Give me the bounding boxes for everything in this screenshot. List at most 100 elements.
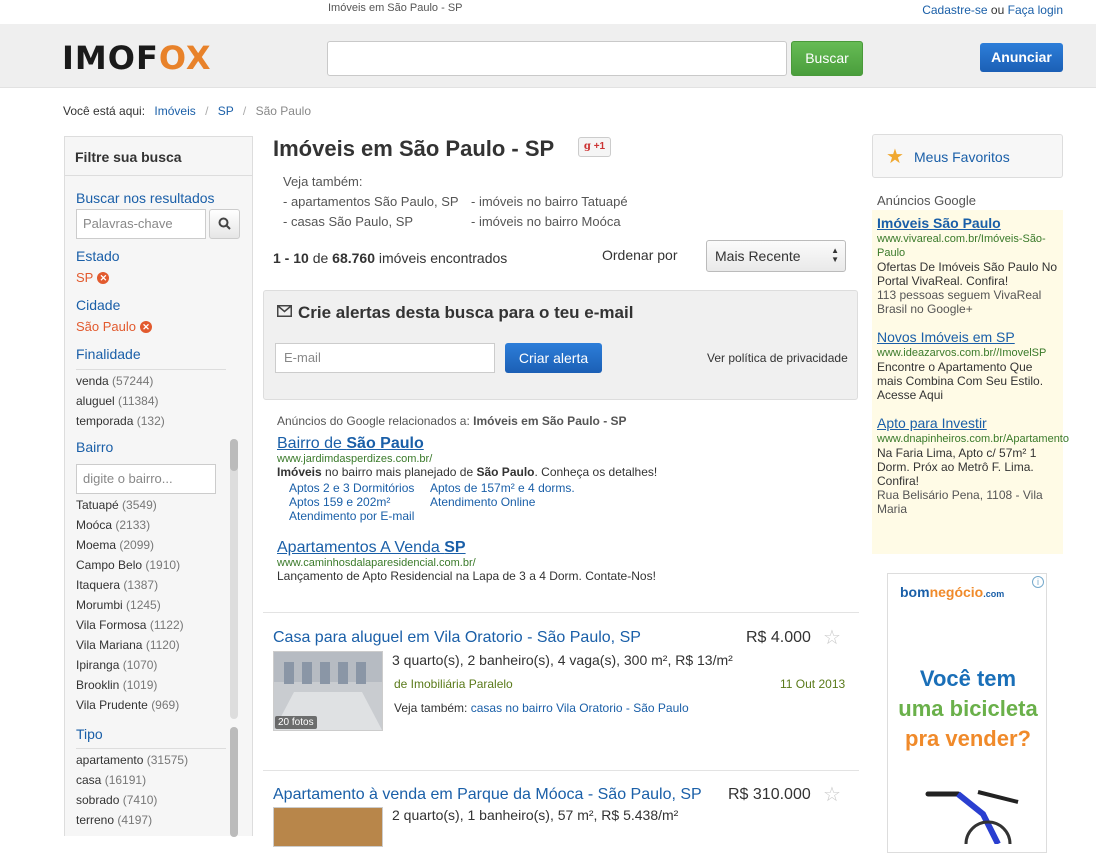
results-count: 1 - 10 de 68.760 imóveis encontrados [273,250,507,266]
tipo-option[interactable]: apartamento (31575) [76,753,188,767]
ad-url: www.caminhosdalaparesidencial.com.br/ [277,557,476,569]
ad-title-link[interactable]: Imóveis São Paulo [877,215,1001,231]
see-also-link[interactable]: - casas São Paulo, SP [283,214,413,229]
cidade-selected[interactable]: São Paulo ✕ [76,319,152,334]
bairro-option[interactable]: Campo Belo (1910) [76,558,180,572]
email-input[interactable]: E-mail [275,343,495,373]
favorite-star-icon[interactable]: ☆ [823,625,841,650]
signup-link[interactable]: Cadastre-se [922,3,987,17]
ad-title-link[interactable]: Apartamentos A Venda SP [277,539,466,556]
divider [263,770,859,771]
bairro-option[interactable]: Vila Formosa (1122) [76,618,184,632]
favorites-box[interactable]: ★ Meus Favoritos [872,134,1063,178]
keyword-search-button[interactable] [209,209,240,239]
login-link[interactable]: Faça login [1008,3,1063,17]
logo-fox-letter: O [158,39,186,77]
listing-title[interactable]: Apartamento à venda em Parque da Móoca -… [273,786,702,804]
bairro-option[interactable]: Morumbi (1245) [76,598,161,612]
listing-photo[interactable] [273,807,383,847]
see-also-link[interactable]: - apartamentos São Paulo, SP [283,194,459,209]
ad-text-bold: Imóveis [277,465,322,479]
select-arrows-icon: ▲ ▼ [831,246,839,264]
or-text: ou [990,3,1005,17]
see-also-link[interactable]: - imóveis no bairro Tatuapé [471,194,628,209]
option-name: Vila Mariana [76,638,143,652]
bomnegocio-banner[interactable]: i bomnegócio.com Você tem uma bicicleta … [887,573,1047,853]
listing-title[interactable]: Casa para aluguel em Vila Oratorio - São… [273,629,641,647]
ads-label: Anúncios do Google relacionados a: [277,414,470,428]
remove-filter-icon[interactable]: ✕ [97,272,110,284]
ad-title-bold: SP [444,539,466,556]
ad-sitelink[interactable]: Aptos de 157m² e 4 dorms. [430,481,575,495]
bairro-input[interactable]: digite o bairro... [76,464,216,494]
ad-sitelink[interactable]: Aptos 2 e 3 Dormitórios [289,481,414,495]
finalidade-option[interactable]: venda (57244) [76,374,153,388]
order-value: Mais Recente [715,248,801,264]
option-count: (1070) [122,658,158,672]
ad-title-link[interactable]: Bairro de São Paulo [277,435,424,452]
option-name: terreno [76,813,115,827]
filter-title: Filtre sua busca [65,137,252,176]
listing-photo[interactable]: 20 fotos [273,651,383,731]
alert-title: Crie alertas desta busca para o teu e-ma… [277,303,633,323]
ad-sitelink[interactable]: Aptos 159 e 202m² [289,495,390,509]
ad-url: www.jardimdasperdizes.com.br/ [277,453,433,465]
remove-filter-icon[interactable]: ✕ [140,321,152,333]
post-ad-button[interactable]: Anunciar [980,43,1063,72]
banner-line-2: uma bicicleta [898,696,1038,721]
bairro-scrollbar[interactable] [230,439,238,719]
bairro-option[interactable]: Moóca (2133) [76,518,150,532]
bairro-scroll-thumb[interactable] [230,439,238,471]
ad-sitelinks: Aptos 2 e 3 Dormitórios Aptos de 157m² e… [289,479,853,523]
ad-text: Lançamento de Apto Residencial na Lapa d… [277,569,656,583]
option-count: (132) [136,414,165,428]
ad-sitelink[interactable]: Atendimento Online [430,495,535,509]
filter-panel: Filtre sua busca Buscar nos resultados P… [64,136,253,837]
google-ads-block: Anúncios do Google relacionados a: Imóve… [273,414,853,583]
bairro-option[interactable]: Moema (2099) [76,538,154,552]
info-icon[interactable]: i [1032,576,1044,588]
imofox-logo[interactable]: IMOFOX [62,42,212,74]
ad-title-link[interactable]: Apto para Investir [877,415,987,431]
bairro-option[interactable]: Brooklin (1019) [76,678,157,692]
see-also: Veja também: - apartamentos São Paulo, S… [283,172,628,232]
see-also-link[interactable]: casas no bairro Vila Oratorio - São Paul… [471,701,689,715]
ad-item: Novos Imóveis em SP www.ideazarvos.com.b… [877,329,1058,402]
gplus-label: +1 [593,141,606,152]
breadcrumb-imoveis[interactable]: Imóveis [154,104,195,118]
tipo-option[interactable]: casa (16191) [76,773,146,787]
breadcrumb-sp[interactable]: SP [218,104,234,118]
keyword-input[interactable]: Palavras-chave [76,209,206,239]
order-select[interactable]: Mais Recente ▲ ▼ [706,240,846,272]
main-search-input[interactable] [327,41,787,76]
finalidade-option[interactable]: temporada (132) [76,414,165,428]
option-count: (1120) [145,638,180,652]
tipo-option[interactable]: sobrado (7410) [76,793,157,807]
bairro-option[interactable]: Vila Mariana (1120) [76,638,180,652]
bairro-option[interactable]: Tatuapé (3549) [76,498,157,512]
logo-domain: .com [983,589,1005,599]
privacy-link[interactable]: Ver política de privacidade [707,351,848,365]
create-alert-button[interactable]: Criar alerta [505,343,602,373]
star-icon: ★ [886,146,904,168]
tipo-scroll-thumb[interactable] [230,727,238,837]
google-plus-button[interactable]: g +1 [578,137,611,157]
ad-sitelink[interactable]: Atendimento por E-mail [289,509,414,523]
favorite-star-icon[interactable]: ☆ [823,782,841,807]
banner-line-3: pra vender? [905,726,1031,751]
finalidade-option[interactable]: aluguel (11384) [76,394,159,408]
option-name: Vila Prudente [76,698,148,712]
tipo-option[interactable]: terreno (4197) [76,813,152,827]
see-also-link[interactable]: - imóveis no bairro Moóca [471,214,621,229]
ads-query: Imóveis em São Paulo - SP [473,414,627,428]
bairro-option[interactable]: Vila Prudente (969) [76,698,179,712]
search-button[interactable]: Buscar [791,41,863,76]
bairro-option[interactable]: Itaquera (1387) [76,578,158,592]
ad-extra: Rua Belisário Pena, 1108 - Vila Maria [877,488,1043,516]
logo-text: IMOF [62,39,159,77]
divider [263,612,859,613]
bairro-option[interactable]: Ipiranga (1070) [76,658,157,672]
ad-title-link[interactable]: Novos Imóveis em SP [877,329,1015,345]
google-ads-sidebar: Imóveis São Paulo www.vivareal.com.br/Im… [872,210,1069,554]
estado-selected[interactable]: SP ✕ [76,270,110,285]
